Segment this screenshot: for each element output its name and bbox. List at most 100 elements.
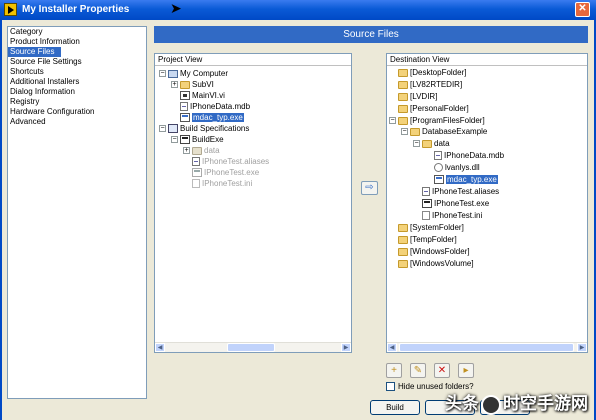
tree-item-iphonedata[interactable]: IPhoneData.mdb xyxy=(434,150,504,161)
tree-item-windows-volume[interactable]: [WindowsVolume] xyxy=(398,258,474,269)
folder-icon xyxy=(398,116,408,125)
computer-icon xyxy=(168,69,178,78)
folder-icon xyxy=(398,92,408,101)
build-specifications-icon xyxy=(168,124,178,134)
delete-button[interactable]: ✕ xyxy=(434,363,450,378)
category-item-source-files[interactable]: Source Files xyxy=(8,47,61,57)
tree-item-database-example[interactable]: − DatabaseExample xyxy=(401,126,487,137)
category-item-additional-installers[interactable]: Additional Installers xyxy=(8,77,146,87)
collapse-icon[interactable]: − xyxy=(159,70,166,78)
folder-icon xyxy=(180,80,190,89)
title-bar[interactable]: My Installer Properties ✕ xyxy=(0,0,596,20)
labview-app-icon xyxy=(4,3,17,16)
close-button[interactable]: ✕ xyxy=(575,2,590,17)
category-item-hardware-configuration[interactable]: Hardware Configuration xyxy=(8,107,146,117)
exe-file-icon xyxy=(434,175,444,185)
folder-icon xyxy=(192,146,202,155)
watermark-logo-icon xyxy=(481,394,501,415)
tree-item-ini[interactable]: IPhoneTest.ini xyxy=(192,178,252,189)
tree-item-lvdir[interactable]: [LVDIR] xyxy=(398,91,437,102)
build-button[interactable]: Build xyxy=(370,400,420,415)
collapse-icon[interactable]: − xyxy=(171,136,178,144)
destination-view-panel[interactable]: Destination View [DesktopFolder] [LV82RT… xyxy=(386,53,588,353)
tree-item-personal-folder[interactable]: [PersonalFolder] xyxy=(398,103,469,114)
database-file-icon xyxy=(180,102,188,112)
tree-item-lvanlys[interactable]: lvanlys.dll xyxy=(434,162,480,173)
tree-item-data-folder[interactable]: + data xyxy=(183,145,220,156)
rename-folder-button[interactable]: ✎ xyxy=(410,363,426,378)
exe-file-icon xyxy=(422,199,432,209)
category-item-source-file-settings[interactable]: Source File Settings xyxy=(8,57,146,67)
collapse-icon[interactable]: − xyxy=(413,140,420,148)
aliases-file-icon xyxy=(422,187,430,197)
category-item-dialog-information[interactable]: Dialog Information xyxy=(8,87,146,97)
tree-item-buildexe[interactable]: − BuildExe xyxy=(171,134,224,145)
tree-item-data-folder[interactable]: − data xyxy=(413,138,450,149)
tree-item-mdac-selected[interactable]: mdac_typ.exe xyxy=(180,112,244,123)
tree-item-iphonedata[interactable]: IPhoneData.mdb xyxy=(180,101,250,112)
scroll-right-icon[interactable]: ▶ xyxy=(577,343,587,352)
destination-view-title: Destination View xyxy=(390,55,450,64)
tree-item-desktop-folder[interactable]: [DesktopFolder] xyxy=(398,67,466,78)
open-folder-icon xyxy=(422,139,432,148)
tree-item-ini[interactable]: IPhoneTest.ini xyxy=(422,210,482,221)
dll-file-icon xyxy=(434,163,443,173)
category-item-advanced[interactable]: Advanced xyxy=(8,117,146,127)
scroll-left-icon[interactable]: ◀ xyxy=(155,343,165,352)
ini-file-icon xyxy=(422,211,430,221)
folder-icon xyxy=(398,80,408,89)
category-header: Category xyxy=(10,27,43,36)
tree-item-mdac-selected[interactable]: mdac_typ.exe xyxy=(434,174,498,185)
expand-icon[interactable]: + xyxy=(183,147,190,155)
window-title: My Installer Properties xyxy=(22,4,130,15)
tree-item-windows-folder[interactable]: [WindowsFolder] xyxy=(398,246,470,257)
project-view-title: Project View xyxy=(158,55,203,64)
scroll-right-icon[interactable]: ▶ xyxy=(341,343,351,352)
tree-item-lv82rtedir[interactable]: [LV82RTEDIR] xyxy=(398,79,462,90)
folder-icon xyxy=(398,223,408,232)
scroll-left-icon[interactable]: ◀ xyxy=(387,343,397,352)
project-view-panel[interactable]: Project View − My Computer + SubVI MainVI.… xyxy=(154,53,352,353)
window-frame-left xyxy=(0,20,2,420)
vi-file-icon xyxy=(180,91,190,101)
tree-item-exe[interactable]: IPhoneTest.exe xyxy=(422,198,489,209)
tree-item-temp-folder[interactable]: [TempFolder] xyxy=(398,234,457,245)
scroll-thumb[interactable] xyxy=(227,343,275,352)
section-header: Source Files xyxy=(154,26,588,43)
expand-icon[interactable]: + xyxy=(171,81,178,89)
ini-file-icon xyxy=(192,179,200,189)
tree-item-my-computer[interactable]: − My Computer xyxy=(159,68,228,79)
folder-icon xyxy=(398,68,408,77)
folder-icon xyxy=(398,247,408,256)
database-file-icon xyxy=(434,151,442,161)
tree-item-build-specifications[interactable]: − Build Specifications xyxy=(159,123,249,134)
collapse-icon[interactable]: − xyxy=(159,125,166,133)
tree-item-mainvi[interactable]: MainVI.vi xyxy=(180,90,225,101)
exe-file-icon xyxy=(192,168,202,178)
folder-icon xyxy=(398,104,408,113)
collapse-icon[interactable]: − xyxy=(401,128,408,136)
open-folder-button[interactable]: ▸ xyxy=(458,363,474,378)
tree-item-subvi[interactable]: + SubVI xyxy=(171,79,214,90)
application-build-icon xyxy=(180,135,190,145)
tree-item-program-files-folder[interactable]: − [ProgramFilesFolder] xyxy=(389,115,485,126)
folder-icon xyxy=(398,259,408,268)
category-list[interactable]: Category Product Information Source File… xyxy=(7,26,147,399)
tree-item-aliases[interactable]: IPhoneTest.aliases xyxy=(422,186,499,197)
scroll-thumb[interactable] xyxy=(399,343,574,352)
open-folder-icon xyxy=(410,127,420,136)
collapse-icon[interactable]: − xyxy=(389,117,396,125)
new-folder-button[interactable]: + xyxy=(386,363,402,378)
project-view-hscrollbar[interactable]: ◀ ▶ xyxy=(155,342,351,352)
category-item-registry[interactable]: Registry xyxy=(8,97,146,107)
exe-file-icon xyxy=(180,113,190,123)
destination-view-hscrollbar[interactable]: ◀ ▶ xyxy=(387,342,587,352)
tree-item-exe[interactable]: IPhoneTest.exe xyxy=(192,167,259,178)
hide-unused-folders-checkbox[interactable] xyxy=(386,382,395,391)
tree-item-aliases[interactable]: IPhoneTest.aliases xyxy=(192,156,269,167)
tree-item-system-folder[interactable]: [SystemFolder] xyxy=(398,222,464,233)
folder-icon xyxy=(398,235,408,244)
add-to-destination-button[interactable]: ⇨ xyxy=(361,181,378,195)
category-item-shortcuts[interactable]: Shortcuts xyxy=(8,67,146,77)
category-item-product-information[interactable]: Product Information xyxy=(8,37,146,47)
